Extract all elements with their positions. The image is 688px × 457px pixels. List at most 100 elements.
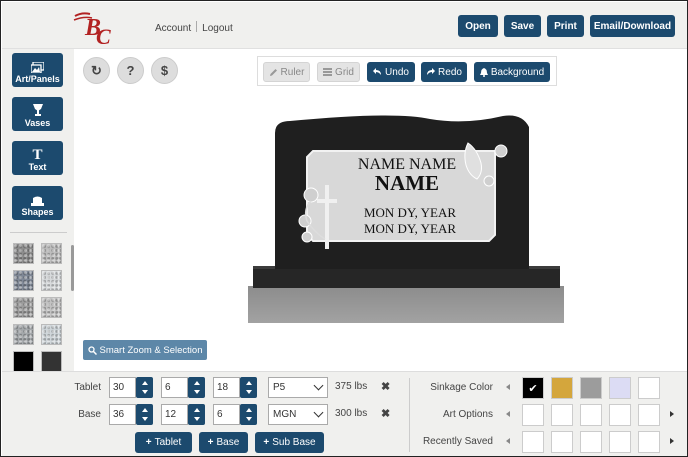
background-button[interactable]: Background bbox=[474, 62, 550, 82]
smart-zoom-button[interactable]: Smart Zoom & Selection bbox=[83, 340, 207, 360]
help-button[interactable]: ? bbox=[117, 57, 144, 84]
save-button[interactable]: Save bbox=[504, 15, 541, 37]
grid-button[interactable]: Grid bbox=[317, 62, 360, 82]
swatch-granite-light[interactable] bbox=[41, 243, 62, 264]
vase-icon bbox=[32, 104, 43, 116]
art-options-next-icon[interactable] bbox=[670, 411, 674, 417]
headstone-shape-icon bbox=[31, 196, 44, 206]
base-height-input[interactable]: 6 bbox=[213, 404, 240, 425]
refresh-button[interactable]: ↻ bbox=[83, 57, 110, 84]
swatch-granite-salt[interactable] bbox=[13, 297, 34, 318]
up-arrow-icon bbox=[245, 408, 252, 413]
art-option-slot[interactable] bbox=[609, 404, 631, 426]
add-tablet-button[interactable]: + Tablet bbox=[135, 432, 192, 453]
inscription-line-3[interactable]: MON DY, YEAR bbox=[364, 205, 456, 220]
add-sub-base-button[interactable]: + Sub Base bbox=[255, 432, 324, 453]
recently-saved-label: Recently Saved bbox=[422, 436, 493, 447]
logout-link[interactable]: Logout bbox=[202, 23, 233, 34]
art-panels-button[interactable]: Art/Panels bbox=[12, 53, 63, 87]
art-option-slot[interactable] bbox=[551, 404, 573, 426]
tablet-depth-stepper[interactable] bbox=[188, 377, 205, 398]
base-depth-stepper[interactable] bbox=[188, 404, 205, 425]
monument-base[interactable] bbox=[248, 286, 564, 323]
image-icon bbox=[31, 62, 44, 73]
up-arrow-icon bbox=[193, 408, 200, 413]
sinkage-color-label: Sinkage Color bbox=[430, 382, 493, 393]
bottom-divider bbox=[409, 378, 410, 452]
add-base-button[interactable]: + Base bbox=[199, 432, 248, 453]
sinkage-color-swatch[interactable] bbox=[580, 377, 602, 399]
email-download-button[interactable]: Email/Download bbox=[590, 15, 675, 37]
undo-icon bbox=[373, 68, 382, 75]
question-icon: ? bbox=[126, 63, 135, 78]
swatch-granite-pale[interactable] bbox=[41, 297, 62, 318]
background-label: Background bbox=[490, 66, 545, 78]
monument-preview[interactable]: NAME NAME NAME MON DY, YEAR MON DY, YEAR bbox=[245, 109, 567, 329]
plus-icon: + bbox=[263, 437, 270, 448]
open-button[interactable]: Open bbox=[458, 15, 498, 37]
redo-label: Redo bbox=[438, 66, 462, 78]
undo-button[interactable]: Undo bbox=[367, 62, 415, 82]
tablet-depth-input[interactable]: 6 bbox=[161, 377, 188, 398]
swatch-granite-blue[interactable] bbox=[13, 270, 34, 291]
swatch-granite-snow[interactable] bbox=[41, 324, 62, 345]
redo-button[interactable]: Redo bbox=[421, 62, 467, 82]
up-arrow-icon bbox=[245, 381, 252, 386]
grid-label: Grid bbox=[335, 66, 354, 78]
text-button[interactable]: T Text bbox=[12, 141, 63, 175]
recently-saved-slot[interactable] bbox=[522, 431, 544, 453]
swatch-charcoal[interactable] bbox=[41, 351, 62, 372]
sinkage-color-swatch[interactable] bbox=[638, 377, 660, 399]
art-option-slot[interactable] bbox=[522, 404, 544, 426]
base-height-stepper[interactable] bbox=[240, 404, 257, 425]
recently-saved-slot[interactable] bbox=[609, 431, 631, 453]
remove-tablet-icon[interactable]: ✖ bbox=[381, 380, 390, 393]
remove-base-icon[interactable]: ✖ bbox=[381, 407, 390, 420]
tablet-width-input[interactable]: 30 bbox=[109, 377, 136, 398]
price-button[interactable]: $ bbox=[151, 57, 178, 84]
recently-saved-slot[interactable] bbox=[551, 431, 573, 453]
bell-icon bbox=[479, 67, 488, 77]
sinkage-color-swatch[interactable]: ✔ bbox=[522, 377, 544, 399]
vases-button[interactable]: Vases bbox=[12, 97, 63, 131]
base-width-stepper[interactable] bbox=[136, 404, 153, 425]
base-finish-value: MGN bbox=[273, 409, 297, 420]
tablet-height-stepper[interactable] bbox=[240, 377, 257, 398]
base-depth-input[interactable]: 12 bbox=[161, 404, 188, 425]
swatch-granite-white[interactable] bbox=[41, 270, 62, 291]
recently-saved-slot[interactable] bbox=[638, 431, 660, 453]
ruler-label: Ruler bbox=[280, 66, 305, 78]
tablet-finish-select[interactable]: P5 bbox=[268, 377, 328, 398]
art-option-slot[interactable] bbox=[580, 404, 602, 426]
swatch-scrollbar[interactable] bbox=[71, 245, 74, 291]
sinkage-prev-icon[interactable] bbox=[506, 384, 510, 390]
recently-saved-prev-icon[interactable] bbox=[506, 438, 510, 444]
swatch-granite-gray[interactable] bbox=[13, 243, 34, 264]
swatch-granite-pepper[interactable] bbox=[13, 324, 34, 345]
account-links: Account Logout bbox=[155, 21, 233, 34]
recently-saved-next-icon[interactable] bbox=[670, 438, 674, 444]
redo-icon bbox=[427, 68, 436, 75]
ruler-button[interactable]: Ruler bbox=[263, 62, 310, 82]
sinkage-color-swatch[interactable] bbox=[609, 377, 631, 399]
add-tablet-label: Tablet bbox=[154, 437, 182, 448]
recently-saved-slot[interactable] bbox=[580, 431, 602, 453]
base-row-label: Base bbox=[78, 409, 101, 420]
print-button[interactable]: Print bbox=[547, 15, 584, 37]
art-options-prev-icon[interactable] bbox=[506, 411, 510, 417]
inscription-line-4[interactable]: MON DY, YEAR bbox=[364, 221, 456, 236]
account-link[interactable]: Account bbox=[155, 23, 191, 34]
base-width-input[interactable]: 36 bbox=[109, 404, 136, 425]
inscription-line-2[interactable]: NAME bbox=[375, 171, 439, 195]
sinkage-color-swatch[interactable] bbox=[551, 377, 573, 399]
art-option-slot[interactable] bbox=[638, 404, 660, 426]
tablet-width-stepper[interactable] bbox=[136, 377, 153, 398]
brand-logo: B C bbox=[73, 12, 111, 46]
down-arrow-icon bbox=[193, 389, 200, 394]
tablet-height-input[interactable]: 18 bbox=[213, 377, 240, 398]
monument-base-top[interactable] bbox=[253, 266, 560, 288]
swatch-black[interactable] bbox=[13, 351, 34, 372]
base-finish-select[interactable]: MGN bbox=[268, 404, 328, 425]
chevron-down-icon bbox=[313, 407, 324, 418]
shapes-button[interactable]: Shapes bbox=[12, 186, 63, 220]
